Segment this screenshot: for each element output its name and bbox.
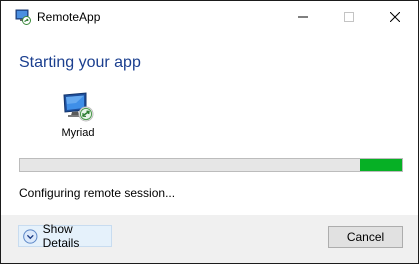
remoteapp-icon — [15, 9, 31, 25]
app-name: Myriad — [61, 127, 95, 139]
show-details-label: Show Details — [42, 222, 80, 250]
close-button[interactable] — [372, 1, 418, 32]
title-bar[interactable]: RemoteApp — [1, 1, 418, 32]
show-details-button[interactable]: Show Details — [18, 222, 112, 250]
cancel-button[interactable]: Cancel — [328, 226, 403, 248]
maximize-icon — [344, 11, 354, 22]
minimize-button[interactable] — [280, 1, 326, 32]
remote-monitor-icon — [63, 92, 94, 122]
chevron-down-circle-icon — [23, 228, 38, 244]
dialog-footer: Show Details Cancel — [1, 215, 418, 263]
status-text: Configuring remote session... — [19, 186, 176, 200]
page-title: Starting your app — [19, 54, 141, 71]
remoteapp-dialog: RemoteApp Starting your app Myriad Confi… — [0, 0, 419, 264]
app-tile: Myriad — [51, 89, 105, 145]
minimize-icon — [298, 16, 308, 17]
progress-fill — [359, 159, 402, 171]
progress-bar — [19, 158, 403, 172]
close-icon — [390, 11, 400, 22]
maximize-button[interactable] — [326, 1, 372, 32]
window-title: RemoteApp — [37, 10, 101, 24]
